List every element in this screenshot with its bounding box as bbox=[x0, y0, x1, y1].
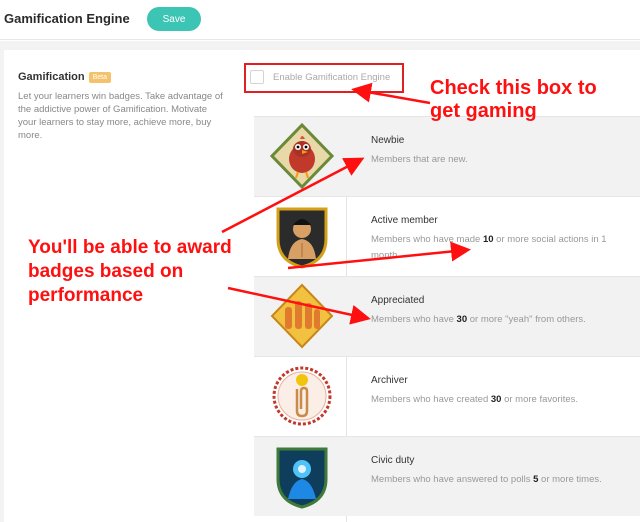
badge-desc-text: Members who have created bbox=[371, 394, 491, 405]
section-description: Let your learners win badges. Take advan… bbox=[18, 91, 223, 141]
callout-line: get gaming bbox=[430, 100, 537, 122]
badge-desc-text: Members who have made bbox=[371, 234, 483, 245]
badge-desc-text: Members who have answered to polls bbox=[371, 474, 534, 485]
save-button[interactable]: Save bbox=[147, 7, 201, 31]
section-title: Gamification Beta bbox=[18, 71, 112, 83]
top-bar: Gamification Engine Save bbox=[0, 0, 640, 40]
badge-row-civic-duty: Civic duty Members who have answered to … bbox=[254, 436, 640, 516]
callout-line: You'll be able to award bbox=[28, 237, 232, 258]
paperclip-badge-icon bbox=[272, 366, 332, 426]
badge-desc-number: 30 bbox=[456, 314, 468, 325]
badge-name: Appreciated bbox=[371, 295, 425, 306]
callout-line: Check this box to bbox=[430, 77, 597, 99]
fighter-badge-icon bbox=[276, 207, 328, 269]
badge-row-archiver: Archiver Members who have created 30 or … bbox=[254, 356, 640, 436]
badges-callout: You'll be able to award badges based on … bbox=[28, 236, 232, 308]
civic-badge-icon bbox=[276, 447, 328, 509]
badge-description: Members that are new. bbox=[371, 152, 633, 168]
badge-row-appreciated: Appreciated Members who have 30 or more … bbox=[254, 276, 640, 356]
section-title-text: Gamification bbox=[18, 71, 85, 83]
badge-row-active-member: Active member Members who have made 10 o… bbox=[254, 196, 640, 276]
page-title: Gamification Engine bbox=[4, 11, 130, 26]
badge-desc-text: Members that are new. bbox=[371, 154, 468, 165]
badge-row-newbie: Newbie Members that are new. bbox=[254, 116, 640, 196]
badge-name: Civic duty bbox=[371, 455, 415, 466]
badge-desc-text: or more "yeah" from others. bbox=[467, 314, 586, 325]
badge-description: Members who have created 30 or more favo… bbox=[371, 392, 633, 408]
callout-line: badges based on bbox=[28, 261, 184, 282]
chicken-badge-icon bbox=[270, 123, 334, 189]
badge-desc-number: 10 bbox=[482, 234, 494, 245]
highlight-box bbox=[244, 63, 404, 93]
badge-list: Newbie Members that are new. Active memb… bbox=[254, 116, 640, 516]
badge-desc-text: or more times. bbox=[538, 474, 602, 485]
raised-hands-badge-icon bbox=[270, 283, 334, 349]
badge-description: Members who have made 10 or more social … bbox=[371, 232, 633, 264]
badge-description: Members who have 30 or more "yeah" from … bbox=[371, 312, 633, 328]
checkbox-callout: Check this box to get gaming bbox=[430, 77, 597, 123]
badge-name: Active member bbox=[371, 215, 438, 226]
beta-badge: Beta bbox=[88, 72, 112, 83]
badge-desc-number: 30 bbox=[490, 394, 502, 405]
badge-name: Archiver bbox=[371, 375, 408, 386]
badge-desc-text: Members who have bbox=[371, 314, 457, 325]
badge-desc-text: or more favorites. bbox=[501, 394, 579, 405]
callout-line: performance bbox=[28, 285, 144, 306]
badge-description: Members who have answered to polls 5 or … bbox=[371, 472, 633, 488]
badge-name: Newbie bbox=[371, 135, 405, 146]
